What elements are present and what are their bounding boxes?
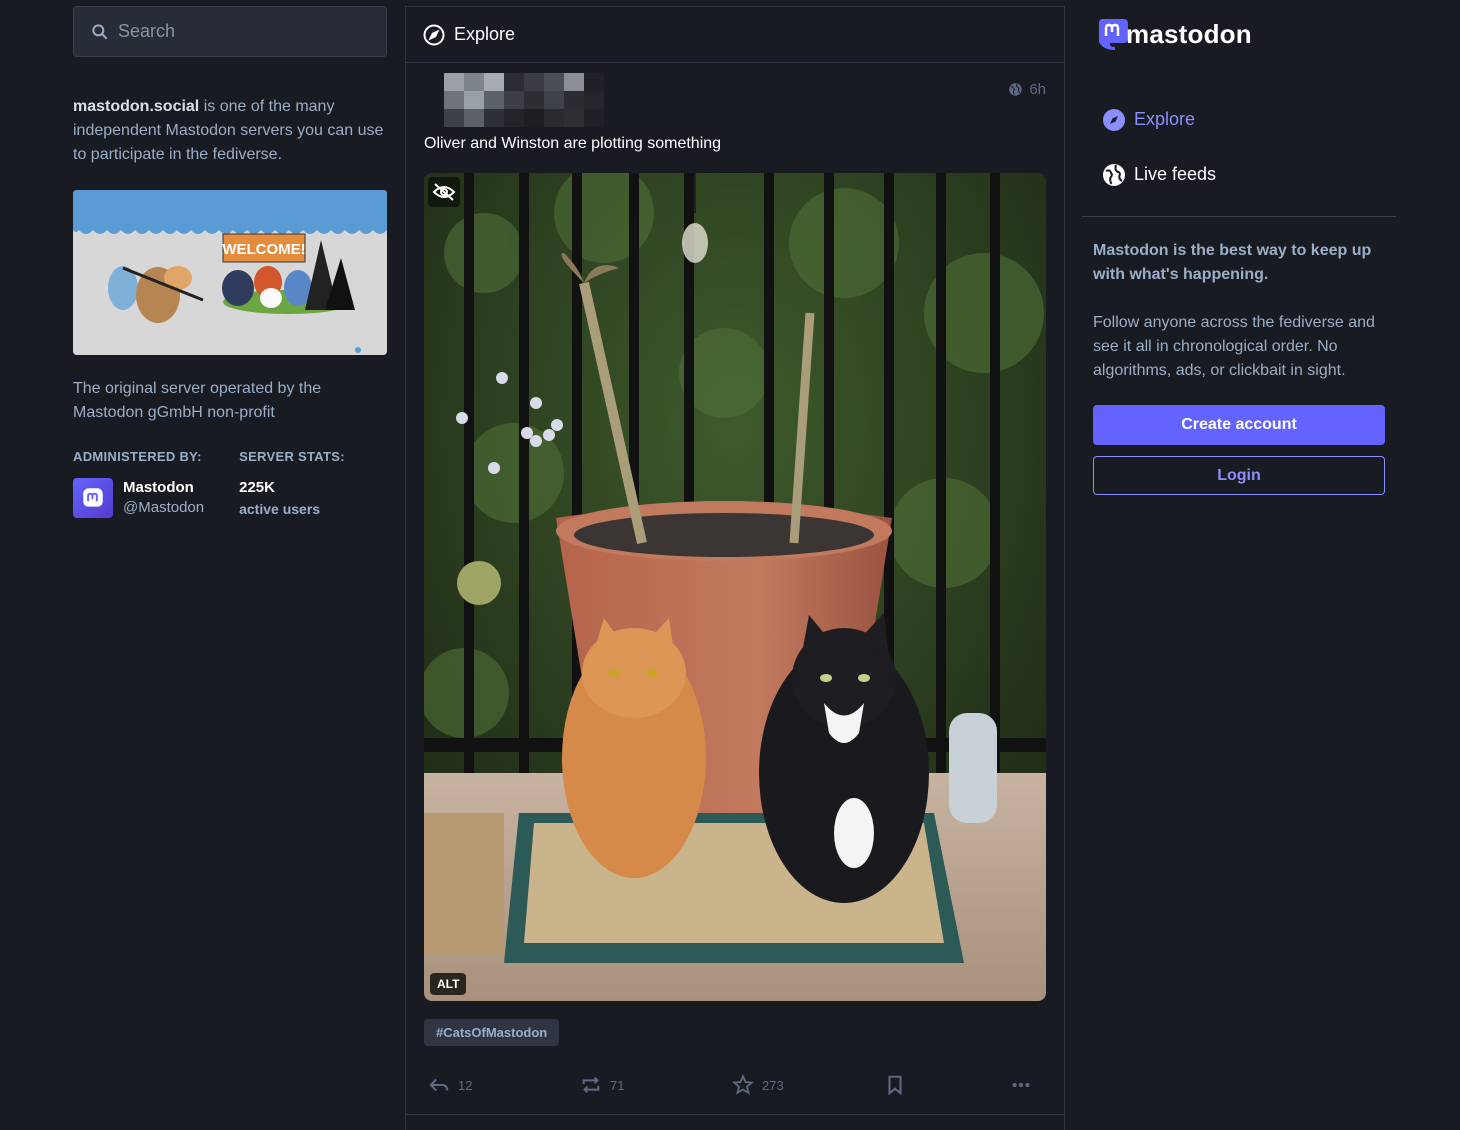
- mastodon-logo-icon: [83, 488, 103, 507]
- signup-promo: Mastodon is the best way to keep up with…: [1082, 239, 1396, 495]
- boost-button[interactable]: 71: [576, 1074, 728, 1096]
- avatar[interactable]: [73, 478, 113, 518]
- promo-body: Follow anyone across the fediverse and s…: [1093, 314, 1375, 379]
- nav-live-feeds-label[interactable]: Live feeds: [1134, 164, 1216, 185]
- mastodon-logo[interactable]: mastodon: [1096, 16, 1396, 52]
- column-header: Explore: [406, 7, 1064, 63]
- cats-photo: [424, 173, 1046, 1001]
- server-description: mastodon.social is one of the many indep…: [73, 95, 387, 167]
- left-sidebar: mastodon.social is one of the many indep…: [73, 6, 387, 520]
- server-stats: Server stats: 225K active users: [239, 449, 345, 520]
- status-post[interactable]: 6h Oliver and Winston are plotting somet…: [406, 63, 1064, 1100]
- hide-media-button[interactable]: [428, 177, 460, 207]
- search-input[interactable]: [118, 21, 368, 42]
- main-navigation: Explore Live feeds: [1082, 92, 1396, 202]
- administered-heading: Administered by:: [73, 449, 202, 464]
- status-time[interactable]: 6h: [1008, 81, 1046, 98]
- reply-count: 12: [458, 1077, 473, 1093]
- author-avatar-pixelated[interactable]: [444, 73, 604, 127]
- promo-title: Mastodon is the best way to keep up with…: [1093, 242, 1372, 283]
- right-sidebar: mastodon Explore Live feeds Mastodon is …: [1082, 0, 1396, 495]
- boost-count: 71: [610, 1077, 625, 1093]
- page: mastodon.social is one of the many indep…: [0, 0, 1460, 1130]
- hero-sign-text: WELCOME!: [222, 241, 305, 258]
- media-attachment[interactable]: ALT: [424, 173, 1046, 1001]
- mastodon-wordmark[interactable]: mastodon: [1126, 19, 1252, 50]
- mastodon-logo-icon: [1099, 19, 1128, 50]
- favourite-count: 273: [762, 1077, 784, 1093]
- nav-explore-label[interactable]: Explore: [1134, 109, 1195, 130]
- stats-heading: Server stats:: [239, 449, 345, 464]
- server-blurb: The original server operated by the Mast…: [73, 380, 322, 421]
- globe-icon: [1103, 163, 1125, 186]
- globe-icon: [1009, 83, 1023, 96]
- compass-icon: [423, 24, 445, 45]
- login-button[interactable]: Login: [1093, 456, 1385, 495]
- favourite-button[interactable]: 273: [728, 1074, 880, 1096]
- column-title: Explore: [454, 24, 516, 44]
- status-actions: 12 71 273: [424, 1070, 1046, 1100]
- more-options-button[interactable]: [1006, 1074, 1046, 1096]
- nav-explore[interactable]: Explore: [1082, 92, 1396, 147]
- server-meta: Administered by: Mastodon @Mastodon: [73, 449, 387, 520]
- compass-icon: [1103, 108, 1125, 131]
- server-name: mastodon.social: [73, 98, 200, 115]
- reply-icon: [429, 1078, 449, 1092]
- nav-live-feeds[interactable]: Live feeds: [1082, 147, 1396, 202]
- search-icon: [92, 23, 108, 39]
- status-divider: [406, 1114, 1064, 1115]
- admin-name[interactable]: Mastodon: [123, 478, 204, 498]
- bookmark-icon: [888, 1075, 902, 1096]
- create-account-button[interactable]: Create account: [1093, 405, 1385, 445]
- admin-account[interactable]: Mastodon @Mastodon: [73, 478, 204, 518]
- reply-button[interactable]: 12: [424, 1074, 576, 1096]
- hashtag-link[interactable]: #CatsOfMastodon: [424, 1019, 560, 1046]
- nav-divider: [1082, 216, 1396, 217]
- status-content: Oliver and Winston are plotting somethin…: [424, 135, 722, 152]
- stats-label: active users: [239, 501, 321, 517]
- ellipsis-icon: [1012, 1082, 1030, 1088]
- administered-by: Administered by: Mastodon @Mastodon: [73, 449, 204, 520]
- explore-column: Explore 6h Oliver and Winston are plotti…: [405, 6, 1065, 1130]
- admin-handle[interactable]: @Mastodon: [123, 498, 204, 518]
- time-label[interactable]: 6h: [1029, 81, 1046, 98]
- boost-icon: [582, 1076, 600, 1094]
- bookmark-button[interactable]: [880, 1074, 1000, 1096]
- server-hero-image: WELCOME!: [73, 190, 387, 355]
- stats-value: 225K: [239, 479, 275, 496]
- search-box[interactable]: [73, 6, 387, 57]
- status-header: 6h: [424, 63, 1046, 133]
- star-icon: [732, 1074, 754, 1095]
- alt-text-badge[interactable]: ALT: [430, 973, 467, 995]
- eye-slash-icon: [432, 183, 456, 201]
